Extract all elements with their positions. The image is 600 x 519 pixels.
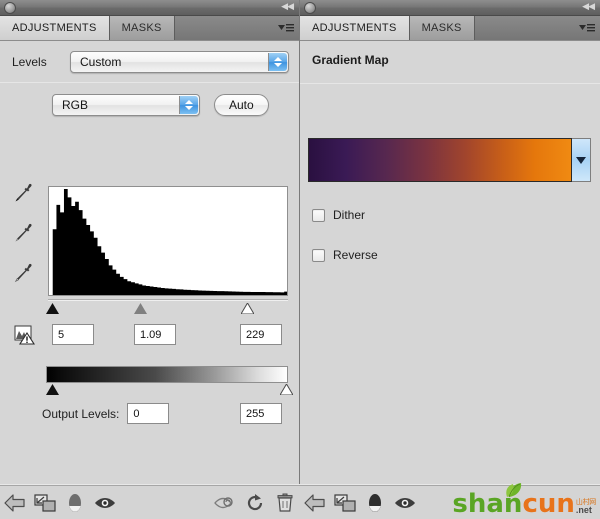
dither-label: Dither [333, 208, 366, 222]
gradient-swatch[interactable] [308, 138, 572, 182]
adjustments-panels-window: ◀◀ ADJUSTMENTS MASKS Levels Custom RGB A… [0, 0, 600, 519]
preset-adjustment-icon[interactable] [60, 490, 90, 516]
input-white-slider[interactable] [241, 303, 255, 314]
tabbar-filler [174, 16, 273, 40]
watermark-suffix: 山村网 .net [576, 499, 596, 515]
input-black-slider[interactable] [46, 303, 60, 314]
output-white-slider[interactable] [279, 384, 293, 395]
tab-adjustments[interactable]: ADJUSTMENTS [300, 16, 410, 40]
levels-channel-row: RGB Auto [0, 83, 299, 116]
leaf-icon [496, 482, 522, 502]
levels-channel-value: RGB [62, 98, 89, 112]
auto-button-label: Auto [229, 98, 254, 112]
panel-menu-icon[interactable] [574, 16, 600, 40]
input-white-field[interactable]: 229 [240, 324, 282, 345]
view-previous-state-icon[interactable] [210, 490, 240, 516]
clip-to-layer-icon[interactable] [330, 490, 360, 516]
histogram-refresh-warning-icon[interactable] [14, 324, 36, 346]
toggle-visibility-eye-icon[interactable] [390, 490, 420, 516]
gradient-map-body: Gradient Map Dither Reverse shan cun 山村网… [300, 41, 600, 519]
reverse-label: Reverse [333, 248, 378, 262]
watermark-text-net: .net [575, 505, 592, 515]
reset-icon[interactable] [240, 490, 270, 516]
tab-label: ADJUSTMENTS [12, 22, 97, 34]
histogram-plot [49, 188, 287, 295]
tab-masks[interactable]: MASKS [109, 16, 175, 40]
levels-histogram [48, 186, 288, 296]
double-chevron-left-icon[interactable]: ◀◀ [281, 3, 294, 12]
output-levels-label: Output Levels: [42, 406, 120, 421]
input-gamma-field[interactable]: 1.09 [134, 324, 176, 345]
left-titlebar: ◀◀ [0, 0, 299, 16]
input-black-field[interactable]: 5 [52, 324, 94, 345]
site-watermark: shan cun 山村网 .net [452, 483, 596, 519]
right-bottom-toolbar: shan cun 山村网 .net [300, 483, 600, 519]
clip-to-layer-icon[interactable] [30, 490, 60, 516]
panel-menu-icon[interactable] [273, 16, 299, 40]
black-point-eyedropper-icon[interactable] [12, 181, 36, 205]
output-black-slider[interactable] [45, 384, 59, 395]
right-titlebar: ◀◀ [300, 0, 600, 16]
back-arrow-icon[interactable] [0, 490, 30, 516]
input-levels-values-row: 5 1.09 229 [12, 324, 290, 348]
gradient-picker-row [308, 138, 591, 182]
right-tabbar: ADJUSTMENTS MASKS [300, 16, 600, 41]
output-levels-row: Output Levels: 0 255 [42, 403, 282, 424]
toggle-visibility-eye-icon[interactable] [90, 490, 120, 516]
close-circle-icon[interactable] [304, 2, 316, 14]
back-arrow-icon[interactable] [300, 490, 330, 516]
gradient-map-panel: ◀◀ ADJUSTMENTS MASKS Gradient Map Dither… [300, 0, 600, 519]
watermark-text-orange: cun [522, 489, 575, 519]
gray-point-eyedropper-icon[interactable] [12, 221, 36, 245]
tab-label: MASKS [421, 22, 462, 34]
levels-preset-value: Custom [80, 55, 122, 69]
eyedropper-tool-group [12, 181, 36, 285]
close-circle-icon[interactable] [4, 2, 16, 14]
delete-trash-icon[interactable] [270, 490, 300, 516]
input-levels-track[interactable] [48, 299, 288, 301]
dither-checkbox[interactable] [312, 208, 325, 222]
chevron-down-icon[interactable] [572, 138, 591, 182]
levels-body: Levels Custom RGB Auto 5 1.09 229 Output… [0, 41, 300, 519]
stepper-arrows-icon[interactable] [268, 53, 287, 71]
toolbar-divider [300, 484, 600, 485]
levels-preset-select[interactable]: Custom [70, 51, 289, 73]
tab-masks[interactable]: MASKS [409, 16, 475, 40]
reverse-checkbox[interactable] [312, 248, 325, 262]
double-chevron-left-icon[interactable]: ◀◀ [582, 3, 595, 12]
output-white-field[interactable]: 255 [240, 403, 282, 424]
left-bottom-toolbar [0, 484, 300, 519]
input-gamma-slider[interactable] [133, 303, 147, 314]
white-point-eyedropper-icon[interactable] [12, 261, 36, 285]
levels-panel: ◀◀ ADJUSTMENTS MASKS Levels Custom RGB A… [0, 0, 300, 519]
output-black-field[interactable]: 0 [127, 403, 170, 424]
tab-label: MASKS [121, 22, 162, 34]
left-tabbar: ADJUSTMENTS MASKS [0, 16, 299, 41]
levels-label: Levels [12, 55, 47, 69]
dither-row[interactable]: Dither [312, 208, 365, 222]
preset-adjustment-icon[interactable] [360, 490, 390, 516]
reverse-row[interactable]: Reverse [312, 248, 378, 262]
tabbar-filler [474, 16, 574, 40]
tab-adjustments[interactable]: ADJUSTMENTS [0, 16, 110, 40]
toolbar-divider [0, 484, 300, 485]
auto-button[interactable]: Auto [214, 94, 269, 116]
stepper-arrows-icon[interactable] [179, 96, 198, 114]
levels-preset-row: Levels Custom [0, 41, 299, 73]
levels-channel-select[interactable]: RGB [52, 94, 200, 116]
output-levels-gradient[interactable] [46, 366, 288, 383]
tab-label: ADJUSTMENTS [312, 22, 397, 34]
section-divider [300, 83, 600, 84]
page-title: Gradient Map [312, 53, 389, 67]
